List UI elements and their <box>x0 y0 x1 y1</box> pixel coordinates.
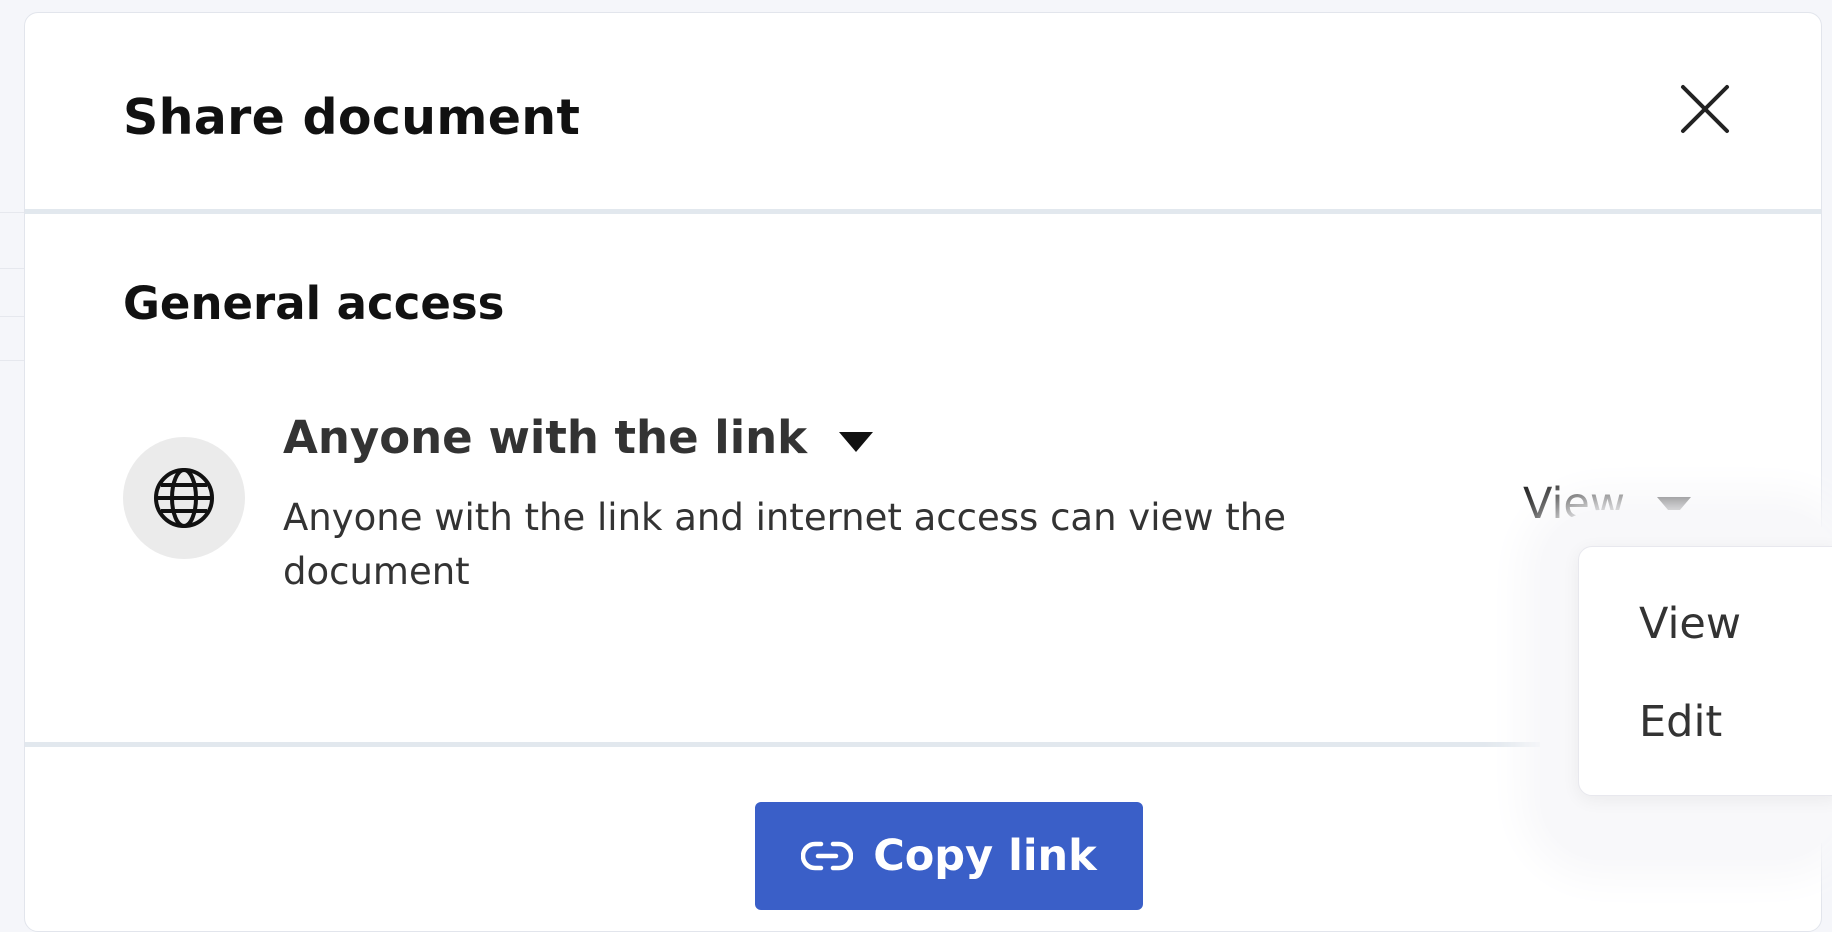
close-icon <box>1681 85 1729 133</box>
general-access-heading: General access <box>123 277 505 330</box>
header-divider <box>25 209 1821 214</box>
access-type-dropdown[interactable]: Anyone with the link <box>283 411 874 464</box>
menu-item-edit[interactable]: Edit <box>1639 697 1722 747</box>
permission-menu: View Edit <box>1578 546 1832 796</box>
copy-link-button[interactable]: Copy link <box>755 802 1143 910</box>
menu-item-view[interactable]: View <box>1639 599 1741 649</box>
dialog-header: Share document <box>25 13 1821 213</box>
access-description: Anyone with the link and internet access… <box>283 496 1286 593</box>
globe-icon <box>154 468 214 528</box>
caret-down-icon <box>839 431 874 452</box>
dialog-title: Share document <box>123 89 581 146</box>
link-icon <box>801 841 854 871</box>
close-button[interactable] <box>1675 79 1735 139</box>
copy-link-label: Copy link <box>873 831 1097 881</box>
access-type-label: Anyone with the link <box>283 411 808 464</box>
globe-icon-badge <box>123 437 245 559</box>
